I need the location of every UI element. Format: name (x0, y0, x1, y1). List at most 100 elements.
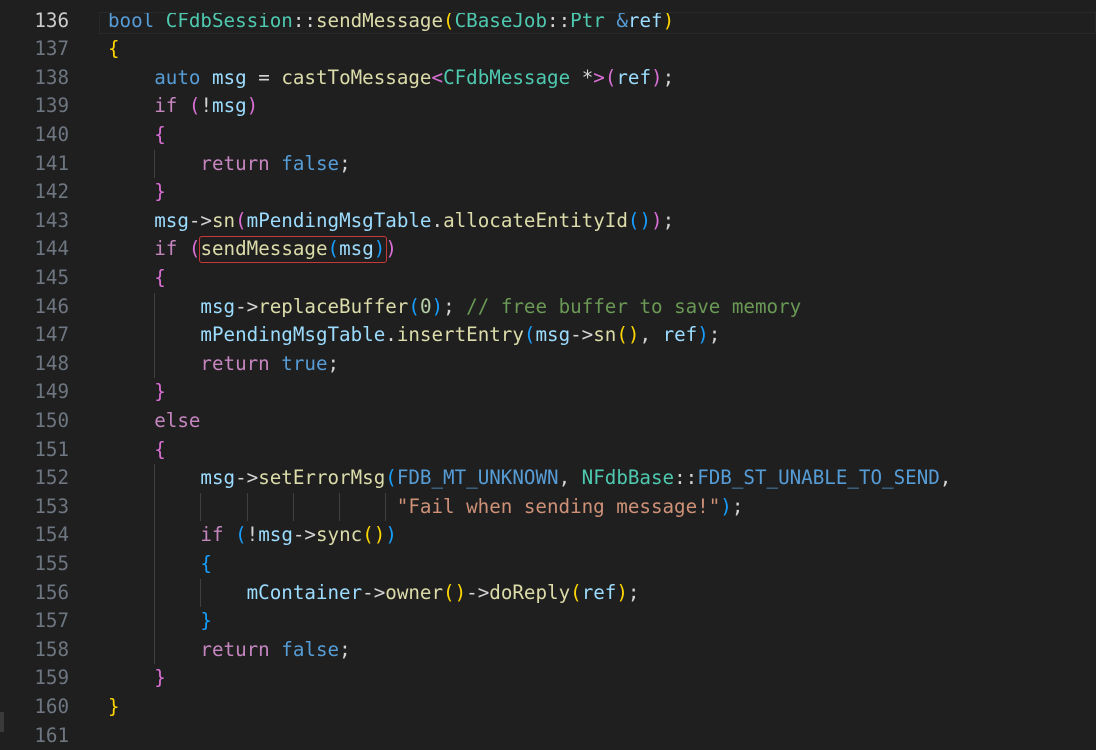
bracket-match-highlight (199, 236, 387, 263)
code-line[interactable]: 158 return false; (0, 636, 1096, 665)
code-line[interactable]: 147 mPendingMsgTable.insertEntry(msg->sn… (0, 321, 1096, 350)
code-token: ( (616, 323, 628, 346)
code-line[interactable]: 139 if (!msg) (0, 92, 1096, 121)
code-token (108, 209, 154, 232)
line-number: 149 (0, 378, 69, 407)
code-line[interactable]: 145 { (0, 264, 1096, 293)
code-text[interactable]: } (108, 178, 166, 207)
line-number: 145 (0, 264, 69, 293)
code-line[interactable]: 155 { (0, 550, 1096, 579)
code-line[interactable]: 142 } (0, 178, 1096, 207)
code-text[interactable]: { (108, 264, 166, 293)
code-line[interactable]: 153 "Fail when sending message!"); (0, 493, 1096, 522)
code-text[interactable]: } (108, 607, 212, 636)
code-text[interactable]: bool CFdbSession::sendMessage(CBaseJob::… (108, 7, 674, 36)
code-line[interactable]: 160} (0, 693, 1096, 722)
code-text[interactable]: msg->replaceBuffer(0); // free buffer to… (108, 293, 801, 322)
code-text[interactable]: "Fail when sending message!"); (108, 493, 743, 522)
code-line[interactable]: 140 { (0, 121, 1096, 150)
line-number: 156 (0, 579, 69, 608)
indent-guide (154, 464, 155, 664)
code-text[interactable]: return false; (108, 636, 351, 665)
code-text[interactable]: { (108, 436, 166, 465)
code-line[interactable]: 161 (0, 722, 1096, 750)
code-text[interactable]: } (108, 693, 120, 722)
code-token (177, 94, 189, 117)
code-text[interactable]: { (108, 121, 166, 150)
indent-guide (200, 579, 201, 608)
code-line[interactable]: 138 auto msg = castToMessage<CFdbMessage… (0, 64, 1096, 93)
line-number: 146 (0, 293, 69, 322)
code-text[interactable]: else (108, 407, 200, 436)
code-token (154, 9, 166, 32)
code-line[interactable]: 148 return true; (0, 350, 1096, 379)
code-token: ) (720, 495, 732, 518)
code-token: auto (154, 66, 200, 89)
code-token: false (281, 152, 339, 175)
line-number: 157 (0, 607, 69, 636)
code-line[interactable]: 157 } (0, 607, 1096, 636)
code-token (108, 66, 154, 89)
code-token: owner (385, 581, 443, 604)
code-token: sync (316, 523, 362, 546)
code-line[interactable]: 149 } (0, 378, 1096, 407)
code-text[interactable]: return false; (108, 150, 351, 179)
code-editor[interactable]: 136 bool CFdbSession::sendMessage(CBaseJo… (0, 0, 1096, 732)
code-token: true (281, 352, 327, 375)
code-token: ; (328, 352, 340, 375)
code-token: } (154, 380, 166, 403)
code-token: sn (212, 209, 235, 232)
code-text[interactable]: { (108, 550, 212, 579)
line-number: 152 (0, 464, 69, 493)
code-text[interactable]: } (108, 664, 166, 693)
line-number: 143 (0, 207, 69, 236)
code-token: ; (709, 323, 721, 346)
code-text[interactable]: { (108, 35, 120, 64)
line-number: 154 (0, 521, 69, 550)
code-line[interactable]: 159 } (0, 664, 1096, 693)
code-token: msg (535, 323, 570, 346)
code-line[interactable]: 151 { (0, 436, 1096, 465)
line-number: 139 (0, 92, 69, 121)
code-token: , (559, 466, 582, 489)
line-number: 142 (0, 178, 69, 207)
code-token (108, 237, 154, 260)
code-text[interactable]: msg->sn(mPendingMsgTable.allocateEntityI… (108, 207, 674, 236)
code-token (108, 180, 154, 203)
code-text[interactable]: if (!msg->sync()) (108, 521, 397, 550)
code-text[interactable]: return true; (108, 350, 339, 379)
code-token: { (154, 438, 166, 461)
code-token: false (281, 638, 339, 661)
code-line[interactable]: 136 bool CFdbSession::sendMessage(CBaseJo… (0, 7, 1096, 36)
code-line[interactable]: 141 return false; (0, 150, 1096, 179)
code-token (270, 638, 282, 661)
code-text[interactable]: } (108, 378, 166, 407)
code-text[interactable]: auto msg = castToMessage<CFdbMessage *>(… (108, 64, 674, 93)
code-line[interactable]: 150 else (0, 407, 1096, 436)
code-token: , (940, 466, 952, 489)
code-token: } (154, 180, 166, 203)
code-token (108, 94, 154, 117)
code-line[interactable]: 143 msg->sn(mPendingMsgTable.allocateEnt… (0, 207, 1096, 236)
code-token: * (570, 66, 593, 89)
code-line[interactable]: 146 msg->replaceBuffer(0); // free buffe… (0, 293, 1096, 322)
code-token (270, 352, 282, 375)
indent-guide (385, 493, 386, 522)
code-text[interactable]: mPendingMsgTable.insertEntry(msg->sn(), … (108, 321, 720, 350)
code-line[interactable]: 154 if (!msg->sync()) (0, 521, 1096, 550)
indent-guide (293, 493, 294, 522)
line-number: 136 (0, 7, 69, 36)
code-text[interactable]: msg->setErrorMsg(FDB_MT_UNKNOWN, NFdbBas… (108, 464, 951, 493)
code-text[interactable]: if (!msg) (108, 92, 258, 121)
code-token: FDB_MT_UNKNOWN (397, 466, 559, 489)
code-line[interactable]: 156 mContainer->owner()->doReply(ref); (0, 579, 1096, 608)
code-token (605, 9, 617, 32)
code-line[interactable]: 137{ (0, 35, 1096, 64)
line-number: 148 (0, 350, 69, 379)
code-token: ( (189, 94, 201, 117)
code-line[interactable]: 144 if (sendMessage(msg)) (0, 235, 1096, 264)
code-token: sn (593, 323, 616, 346)
code-line[interactable]: 152 msg->setErrorMsg(FDB_MT_UNKNOWN, NFd… (0, 464, 1096, 493)
code-text[interactable]: mContainer->owner()->doReply(ref); (108, 579, 639, 608)
code-token: CFdbSession (166, 9, 293, 32)
